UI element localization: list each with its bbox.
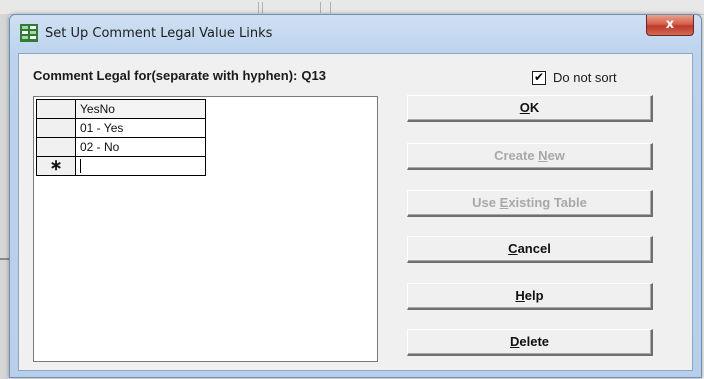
cancel-button[interactable]: Cancel (407, 236, 653, 263)
window-title: Set Up Comment Legal Value Links (45, 26, 273, 41)
close-icon: x (665, 17, 675, 32)
use-existing-label-post: xisting Table (508, 195, 587, 210)
asterisk-icon: ∗ (49, 157, 63, 174)
text-caret (80, 159, 81, 174)
close-button[interactable]: x (646, 15, 694, 36)
new-row-cell[interactable] (75, 156, 206, 176)
delete-label-post: elete (519, 334, 550, 349)
delete-label-key: D (509, 334, 520, 349)
grid-header-row: YesNo (36, 99, 206, 119)
legal-values-grid: YesNo 01 - Yes 02 - No ∗ (36, 99, 206, 176)
grid-cell[interactable]: 01 - Yes (75, 118, 206, 138)
dialog-client-area: Comment Legal for(separate with hyphen):… (18, 53, 693, 371)
background-app-strip (0, 0, 704, 15)
comment-legal-label: Comment Legal for(separate with hyphen):… (33, 68, 326, 83)
new-row-selector[interactable]: ∗ (36, 156, 76, 176)
ok-label-post: K (529, 100, 540, 115)
row-selector[interactable] (36, 137, 76, 157)
legal-values-grid-panel[interactable]: YesNo 01 - Yes 02 - No ∗ (33, 96, 378, 362)
use-existing-table-button[interactable]: Use Existing Table (407, 190, 653, 217)
do-not-sort-label[interactable]: Do not sort (553, 70, 617, 85)
table-row[interactable]: 01 - Yes (36, 118, 206, 138)
create-new-label-pre: Create (494, 148, 539, 163)
create-new-button[interactable]: Create New (407, 143, 653, 170)
do-not-sort-checkbox[interactable]: ✔ Do not sort (532, 70, 662, 86)
background-app-edge (0, 14, 9, 379)
help-button[interactable]: Help (407, 283, 653, 310)
use-existing-label-pre: Use (472, 195, 500, 210)
table-row[interactable]: 02 - No (36, 137, 206, 157)
row-selector[interactable] (36, 118, 76, 138)
create-new-label-key: N (538, 148, 548, 163)
comment-legal-label-text: Comment Legal for(separate with hyphen): (33, 68, 298, 83)
grid-cell[interactable]: 02 - No (75, 137, 206, 157)
ok-button[interactable]: OK (407, 95, 653, 122)
create-new-label-post: ew (547, 148, 565, 163)
delete-button[interactable]: Delete (407, 329, 653, 356)
grid-app-icon (20, 24, 38, 42)
help-label-post: elp (524, 288, 544, 303)
grid-corner-cell[interactable] (36, 99, 76, 119)
comment-legal-value: Q13 (301, 68, 326, 83)
checkmark-icon: ✔ (533, 70, 545, 84)
grid-column-header[interactable]: YesNo (75, 99, 206, 119)
title-bar[interactable]: Set Up Comment Legal Value Links x (10, 15, 701, 53)
help-label-key: H (515, 288, 525, 303)
cancel-label-post: ancel (517, 241, 551, 256)
checkbox-box[interactable]: ✔ (532, 70, 546, 85)
use-existing-label-key: E (499, 195, 509, 210)
dialog-window: Set Up Comment Legal Value Links x Comme… (9, 14, 702, 378)
ok-label-key: O (519, 100, 530, 115)
new-row[interactable]: ∗ (36, 156, 206, 176)
cancel-label-key: C (508, 241, 518, 256)
